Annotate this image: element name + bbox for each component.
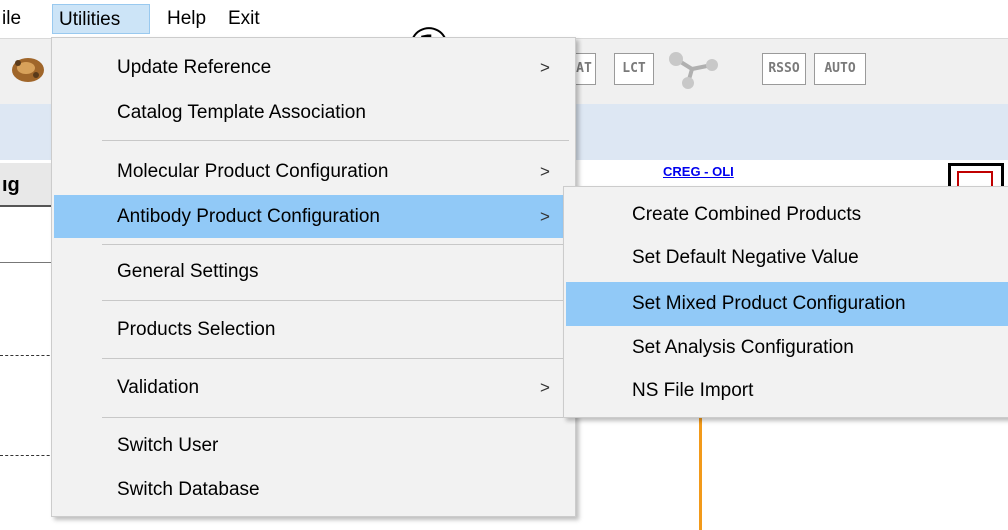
submenu-item-label: Set Analysis Configuration xyxy=(632,337,854,358)
menu-item-molecular-product-configuration[interactable]: Molecular Product Configuration > xyxy=(54,152,573,192)
menu-item-label: General Settings xyxy=(117,261,259,282)
toolbar-button-auto[interactable]: AUTO xyxy=(814,53,866,85)
utilities-menu: Update Reference > Catalog Template Asso… xyxy=(51,37,576,517)
chevron-right-icon: > xyxy=(540,162,550,181)
menu-item-switch-user[interactable]: Switch User xyxy=(54,426,573,466)
menu-item-products-selection[interactable]: Products Selection xyxy=(54,310,573,350)
menu-separator xyxy=(102,300,569,301)
chevron-right-icon: > xyxy=(540,378,550,397)
submenu-item-label: NS File Import xyxy=(632,380,754,401)
submenu-item-set-analysis-configuration[interactable]: Set Analysis Configuration xyxy=(566,328,1008,368)
menu-item-label: Catalog Template Association xyxy=(117,102,366,123)
column-header[interactable]: ıg xyxy=(0,163,55,207)
menu-utilities[interactable]: Utilities xyxy=(52,4,150,34)
toolbar-button-lct[interactable]: LCT xyxy=(614,53,654,85)
menu-item-switch-database[interactable]: Switch Database xyxy=(54,470,573,510)
menu-file[interactable]: ile xyxy=(0,4,27,34)
menu-item-label: Molecular Product Configuration xyxy=(117,161,389,182)
menu-item-antibody-product-configuration[interactable]: Antibody Product Configuration > xyxy=(54,195,573,238)
menu-help[interactable]: Help xyxy=(161,4,212,34)
submenu-item-label: Create Combined Products xyxy=(632,204,862,225)
menu-item-label: Switch User xyxy=(117,435,219,456)
menu-item-label: Update Reference xyxy=(117,57,272,78)
menu-item-general-settings[interactable]: General Settings xyxy=(54,252,573,292)
menu-item-label: Antibody Product Configuration xyxy=(117,206,380,227)
menu-item-catalog-template-association[interactable]: Catalog Template Association xyxy=(54,93,573,133)
menu-item-label: Switch Database xyxy=(117,479,260,500)
chevron-right-icon: > xyxy=(540,207,550,226)
menu-item-validation[interactable]: Validation > xyxy=(54,368,573,408)
submenu-item-set-default-negative-value[interactable]: Set Default Negative Value xyxy=(566,238,1008,278)
menu-bar: ile Utilities Help Exit xyxy=(0,0,1008,38)
creg-oli-link[interactable]: CREG - OLI xyxy=(663,164,734,179)
submenu-item-create-combined-products[interactable]: Create Combined Products xyxy=(566,195,1008,235)
menu-item-update-reference[interactable]: Update Reference > xyxy=(54,48,573,88)
molecule-icon[interactable] xyxy=(666,49,722,91)
app-logo-icon[interactable] xyxy=(6,53,48,87)
submenu-item-ns-file-import[interactable]: NS File Import xyxy=(566,371,1008,411)
toolbar-button-rsso[interactable]: RSSO xyxy=(762,53,806,85)
menu-separator xyxy=(102,358,569,359)
menu-separator xyxy=(102,140,569,141)
antibody-submenu: Create Combined Products Set Default Neg… xyxy=(563,186,1008,418)
chevron-right-icon: > xyxy=(540,58,550,77)
menu-exit[interactable]: Exit xyxy=(222,4,266,34)
submenu-item-set-mixed-product-configuration[interactable]: Set Mixed Product Configuration xyxy=(566,282,1008,326)
divider xyxy=(0,262,55,263)
submenu-item-label: Set Mixed Product Configuration xyxy=(632,293,906,314)
submenu-item-label: Set Default Negative Value xyxy=(632,247,859,268)
menu-separator xyxy=(102,417,569,418)
menu-item-label: Products Selection xyxy=(117,319,276,340)
menu-separator xyxy=(102,244,569,245)
marker-line xyxy=(699,412,702,530)
menu-item-label: Validation xyxy=(117,377,200,398)
